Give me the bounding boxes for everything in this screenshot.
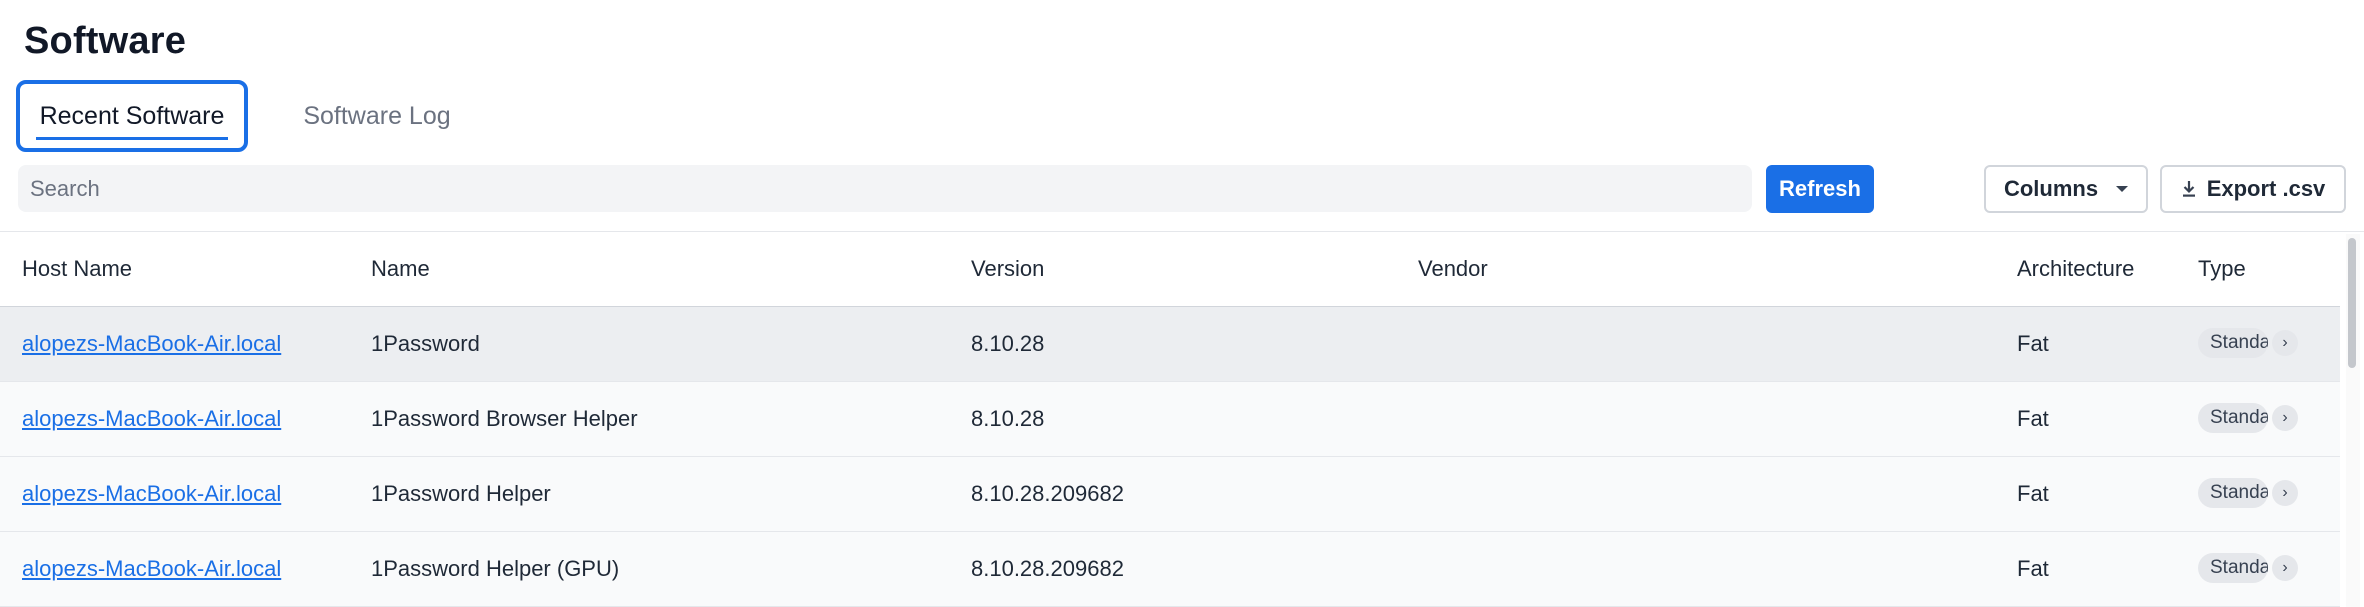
refresh-label: Refresh [1779, 176, 1861, 201]
table-header: Host Name Name Version Vendor Architectu… [0, 232, 2340, 307]
chevron-right-icon[interactable]: › [2272, 480, 2298, 506]
host-name-link[interactable]: alopezs-MacBook-Air.local [22, 556, 281, 582]
type-badge: Standard [2198, 478, 2268, 508]
software-name: 1Password Helper [371, 481, 551, 506]
tab-label: Software Log [303, 101, 451, 130]
column-header-host-name[interactable]: Host Name [22, 256, 132, 282]
software-architecture: Fat [2017, 556, 2049, 581]
type-badge: Standard [2198, 553, 2268, 583]
software-version: 8.10.28.209682 [971, 481, 1124, 506]
software-architecture: Fat [2017, 406, 2049, 431]
type-cell: Standard › [2198, 403, 2298, 433]
type-cell: Standard › [2198, 328, 2298, 358]
search-input[interactable] [18, 165, 1752, 212]
table-row[interactable]: alopezs-MacBook-Air.local 1Password Help… [0, 457, 2340, 532]
download-icon [2182, 181, 2195, 197]
chevron-right-icon[interactable]: › [2272, 330, 2298, 356]
software-name: 1Password [371, 331, 480, 356]
caret-down-icon [2116, 186, 2129, 192]
software-name: 1Password Helper (GPU) [371, 556, 620, 581]
software-architecture: Fat [2017, 481, 2049, 506]
tab-label: Recent Software [39, 101, 225, 130]
table-row[interactable]: alopezs-MacBook-Air.local 1Password Brow… [0, 382, 2340, 457]
column-header-type[interactable]: Type [2198, 256, 2246, 282]
column-header-architecture[interactable]: Architecture [2017, 256, 2134, 282]
software-version: 8.10.28.209682 [971, 556, 1124, 581]
columns-button[interactable]: Columns [1984, 165, 2148, 213]
chevron-right-icon[interactable]: › [2272, 405, 2298, 431]
host-name-link[interactable]: alopezs-MacBook-Air.local [22, 331, 281, 357]
table-row[interactable]: alopezs-MacBook-Air.local 1Password 8.10… [0, 307, 2340, 382]
software-version: 8.10.28 [971, 331, 1045, 356]
tab-recent-software[interactable]: Recent Software [16, 80, 248, 152]
refresh-button[interactable]: Refresh [1766, 165, 1874, 213]
columns-label: Columns [2003, 176, 2099, 201]
export-csv-button[interactable]: Export .csv [2160, 165, 2346, 213]
host-name-link[interactable]: alopezs-MacBook-Air.local [22, 406, 281, 432]
type-badge: Standard [2198, 403, 2268, 433]
host-name-link[interactable]: alopezs-MacBook-Air.local [22, 481, 281, 507]
software-name: 1Password Browser Helper [371, 406, 638, 431]
type-badge: Standard [2198, 328, 2268, 358]
column-header-name[interactable]: Name [371, 256, 430, 282]
software-version: 8.10.28 [971, 406, 1045, 431]
tab-software-log[interactable]: Software Log [292, 80, 462, 152]
export-label: Export .csv [2206, 176, 2326, 201]
table-row[interactable]: alopezs-MacBook-Air.local 1Password Help… [0, 532, 2340, 607]
page-title: Software [24, 20, 187, 62]
scrollbar-thumb[interactable] [2348, 238, 2356, 368]
column-header-version[interactable]: Version [971, 256, 1044, 282]
type-cell: Standard › [2198, 478, 2298, 508]
active-tab-indicator [36, 137, 228, 140]
column-header-vendor[interactable]: Vendor [1418, 256, 1488, 282]
software-architecture: Fat [2017, 331, 2049, 356]
chevron-right-icon[interactable]: › [2272, 555, 2298, 581]
type-cell: Standard › [2198, 553, 2298, 583]
